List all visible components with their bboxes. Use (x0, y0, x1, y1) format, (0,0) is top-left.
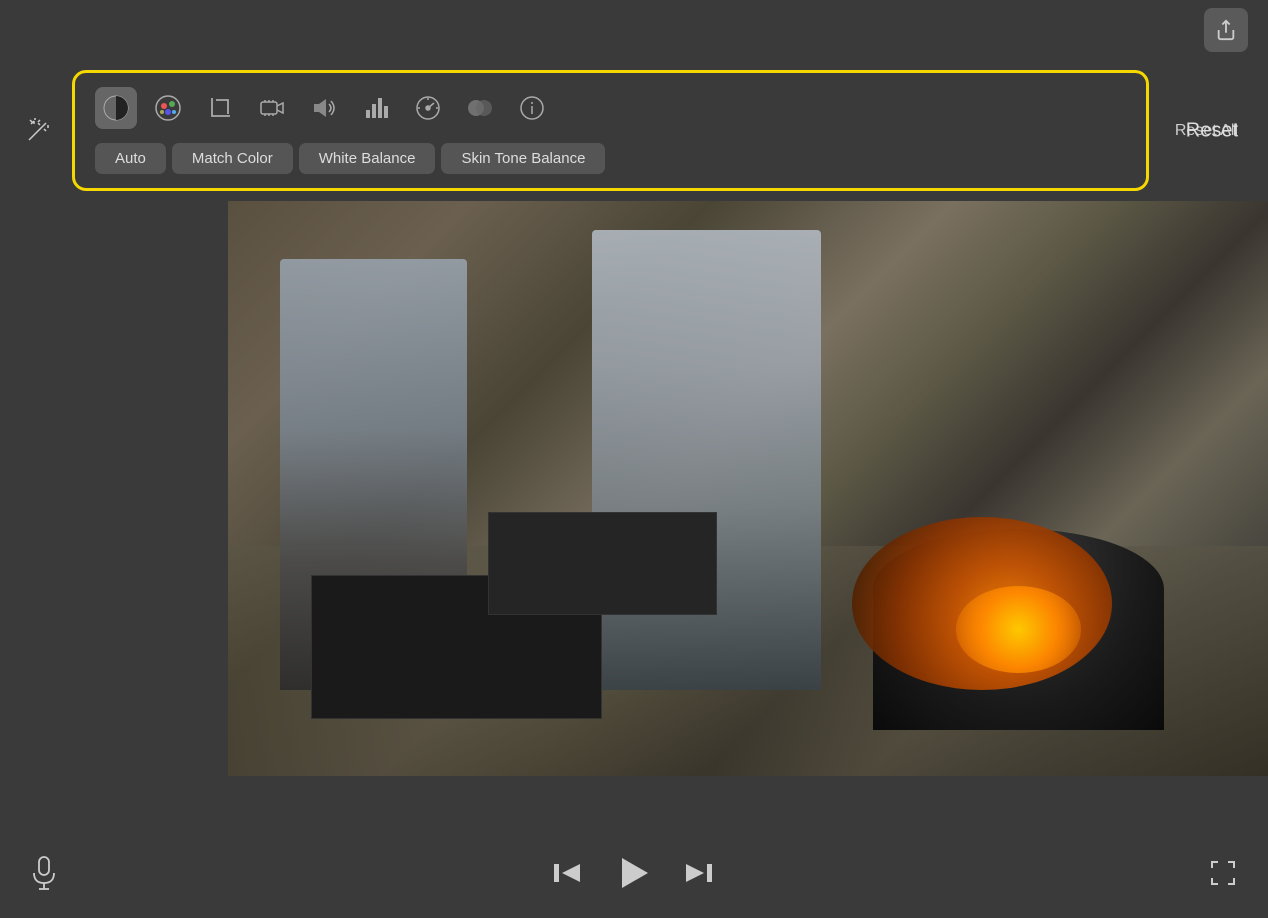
playback-left (30, 855, 58, 891)
toolbar-icons-row (95, 87, 1126, 129)
video-icon-btn[interactable] (251, 87, 293, 129)
color-balance-icon-btn[interactable] (95, 87, 137, 129)
video-frame (228, 201, 1268, 776)
toolbar-area: Auto Match Color White Balance Skin Tone… (0, 60, 1268, 201)
toolbar-sub-buttons-row: Auto Match Color White Balance Skin Tone… (95, 143, 1126, 174)
fullscreen-button[interactable] (1208, 858, 1238, 888)
auto-button[interactable]: Auto (95, 143, 166, 174)
box2-element (488, 512, 717, 616)
next-button[interactable] (684, 858, 714, 888)
magic-wand-button[interactable] (20, 113, 56, 149)
color-board-icon-btn[interactable] (147, 87, 189, 129)
play-button[interactable] (612, 852, 654, 894)
speed-icon-btn[interactable] (407, 87, 449, 129)
share-button[interactable] (1204, 8, 1248, 52)
toolbar-box: Auto Match Color White Balance Skin Tone… (72, 70, 1149, 191)
figure-center (592, 230, 821, 690)
stats-icon-btn[interactable] (355, 87, 397, 129)
playback-right (1208, 858, 1238, 888)
audio-icon-btn[interactable] (303, 87, 345, 129)
microphone-button[interactable] (30, 855, 58, 891)
previous-button[interactable] (552, 858, 582, 888)
molten-glow (956, 586, 1081, 672)
blend-icon-btn[interactable] (459, 87, 501, 129)
playback-bar (0, 828, 1268, 918)
playback-center (552, 852, 714, 894)
scene-overlay (228, 201, 1268, 776)
crop-icon-btn[interactable] (199, 87, 241, 129)
info-icon-btn[interactable] (511, 87, 553, 129)
top-bar (0, 0, 1268, 60)
skin-tone-balance-button[interactable]: Skin Tone Balance (441, 143, 605, 174)
white-balance-button[interactable]: White Balance (299, 143, 436, 174)
reset-button[interactable]: Reset (1186, 119, 1238, 142)
video-player (228, 201, 1268, 776)
match-color-button[interactable]: Match Color (172, 143, 293, 174)
